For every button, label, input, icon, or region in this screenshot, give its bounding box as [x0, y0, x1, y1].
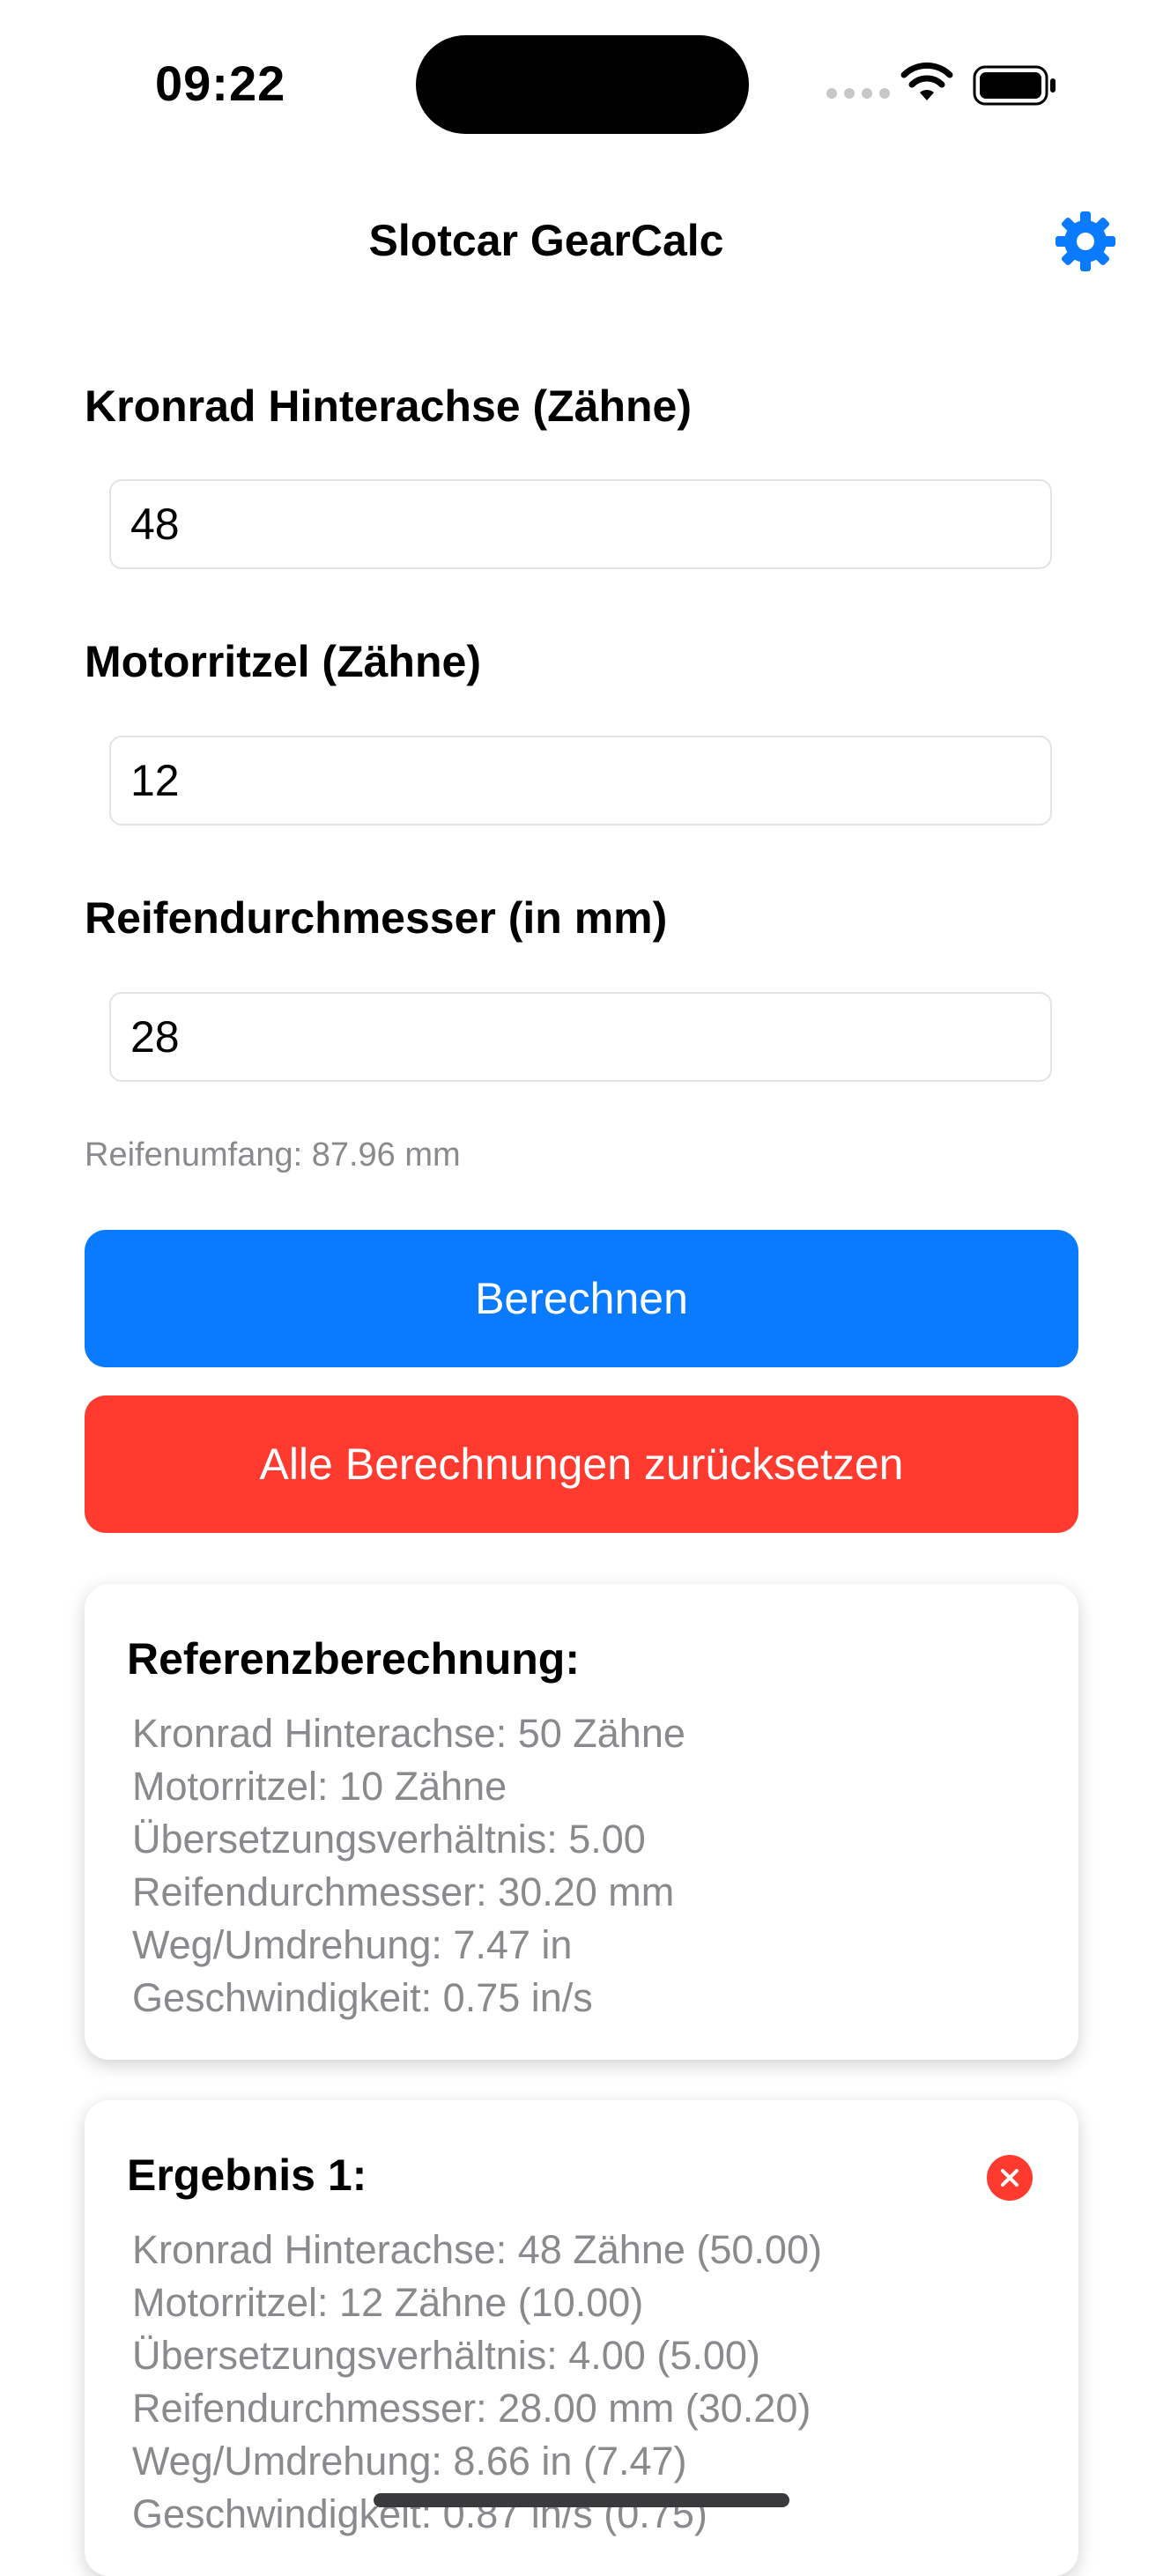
reference-title: Referenzberechnung:	[127, 1634, 580, 1684]
home-indicator[interactable]	[374, 2493, 789, 2507]
reference-line: Weg/Umdrehung: 7.47 in	[132, 1922, 573, 1967]
result-line: Kronrad Hinterachse: 48 Zähne (50.00)	[132, 2227, 822, 2272]
nav-title: Slotcar GearCalc	[368, 216, 724, 265]
reset-all-button[interactable]: Alle Berechnungen zurücksetzen	[85, 1395, 1078, 1533]
wifi-icon	[900, 62, 953, 100]
reference-line: Übersetzungsverhältnis: 5.00	[132, 1817, 646, 1862]
dynamic-island	[416, 35, 749, 134]
reference-line: Kronrad Hinterachse: 50 Zähne	[132, 1711, 685, 1756]
pinion-input[interactable]: 12	[109, 736, 1052, 825]
reference-line: Geschwindigkeit: 0.75 in/s	[132, 1975, 593, 2020]
result-line: Weg/Umdrehung: 8.66 in (7.47)	[132, 2439, 687, 2483]
gear-icon[interactable]	[1054, 210, 1117, 273]
cellular-signal-icon	[826, 88, 890, 99]
result-line: Motorritzel: 12 Zähne (10.00)	[132, 2280, 644, 2325]
result-line: Übersetzungsverhältnis: 4.00 (5.00)	[132, 2333, 760, 2378]
pinion-label: Motorritzel (Zähne)	[85, 637, 481, 686]
reference-line: Motorritzel: 10 Zähne	[132, 1764, 507, 1809]
tire-circumference-text: Reifenumfang: 87.96 mm	[85, 1136, 461, 1173]
battery-icon	[973, 65, 1056, 106]
result-title: Ergebnis 1:	[127, 2150, 367, 2200]
status-time: 09:22	[155, 56, 286, 111]
tire-diameter-input[interactable]: 28	[109, 992, 1052, 1082]
crown-gear-input[interactable]: 48	[109, 479, 1052, 569]
crown-gear-label: Kronrad Hinterachse (Zähne)	[85, 381, 693, 431]
delete-result-button[interactable]	[987, 2155, 1033, 2201]
reference-line: Reifendurchmesser: 30.20 mm	[132, 1869, 675, 1914]
calculate-button[interactable]: Berechnen	[85, 1230, 1078, 1367]
tire-diameter-label: Reifendurchmesser (in mm)	[85, 893, 668, 943]
reference-card: Referenzberechnung: Kronrad Hinterachse:…	[85, 1584, 1078, 2060]
result-line: Reifendurchmesser: 28.00 mm (30.20)	[132, 2386, 811, 2431]
reference-details: Kronrad Hinterachse: 50 Zähne Motorritze…	[132, 1707, 685, 2025]
close-circle-icon	[1001, 2169, 1019, 2187]
